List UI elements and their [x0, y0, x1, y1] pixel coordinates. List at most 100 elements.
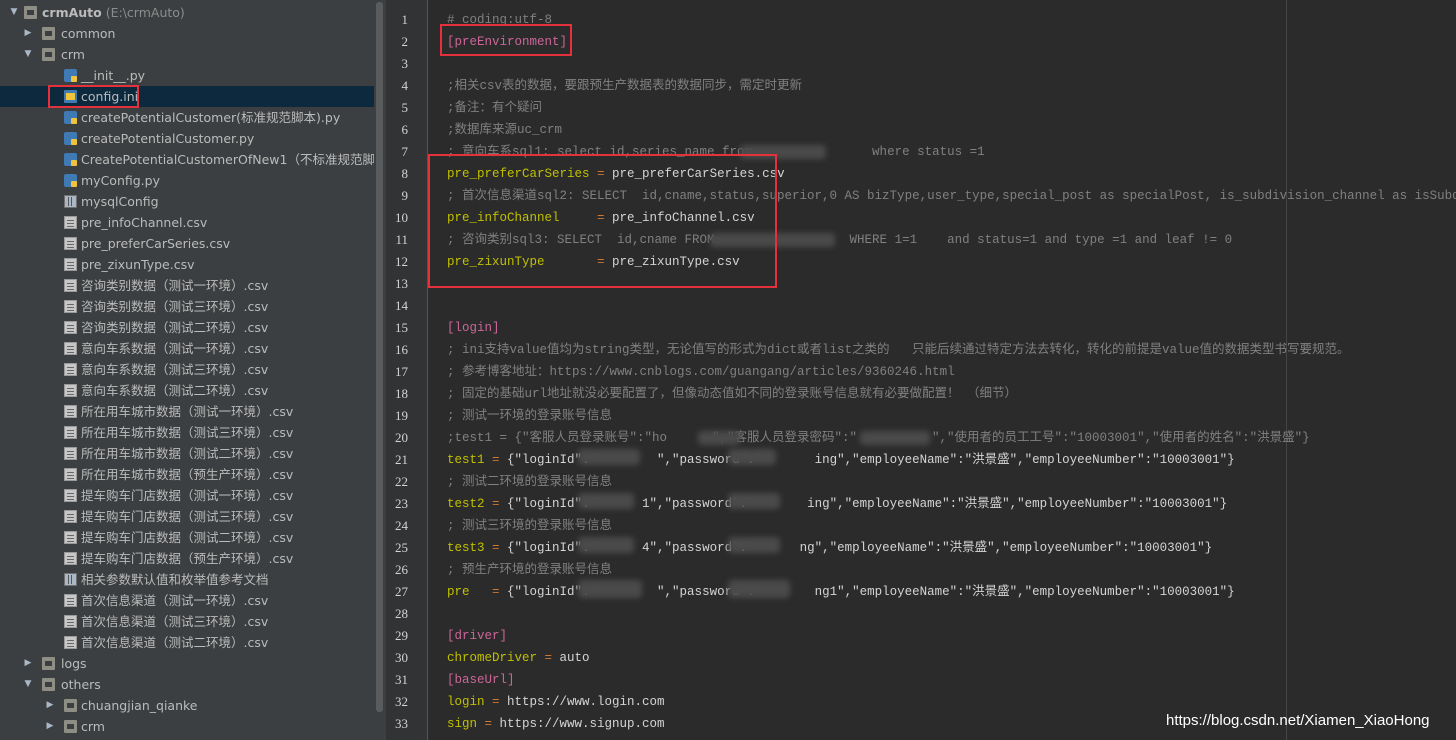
tree-file[interactable]: __init__.py [0, 65, 374, 86]
code-line[interactable]: test1 = {"loginId":" ","password":" ing"… [447, 449, 1235, 471]
tree-file[interactable]: mysqlConfig [0, 191, 374, 212]
code-token-comment: ; 参考博客地址：https://www.cnblogs.com/guangan… [447, 365, 955, 379]
tree-file[interactable]: 意向车系数据（测试二环境）.csv [0, 380, 374, 401]
tree-file[interactable]: pre_preferCarSeries.csv [0, 233, 374, 254]
code-line[interactable]: ; 测试三环境的登录账号信息 [447, 515, 612, 537]
code-line[interactable]: ; 测试二环境的登录账号信息 [447, 471, 612, 493]
code-token-section: [baseUrl] [447, 673, 515, 687]
tree-file[interactable]: pre_zixunType.csv [0, 254, 374, 275]
code-line[interactable]: [baseUrl] [447, 669, 515, 691]
code-line[interactable]: sign = https://www.signup.com [447, 713, 665, 735]
code-line[interactable]: ; 预生产环境的登录账号信息 [447, 559, 612, 581]
tree-file[interactable]: createPotentialCustomer.py [0, 128, 374, 149]
chevron-right-icon[interactable]: ▶ [22, 653, 34, 674]
line-number: 33 [395, 716, 408, 731]
code-line[interactable]: pre = {"loginId":" ","password":" ng1","… [447, 581, 1235, 603]
tree-file[interactable]: 首次信息渠道（测试三环境）.csv [0, 611, 374, 632]
code-token-comment: ; 预生产环境的登录账号信息 [447, 563, 613, 577]
tree-file[interactable]: 提车购车门店数据（测试二环境）.csv [0, 527, 374, 548]
tree-folder[interactable]: ▶ logs [0, 653, 374, 674]
chevron-right-icon[interactable]: ▶ [44, 695, 56, 716]
code-editor[interactable]: # coding:utf-8 [preEnvironment] ;相关csv表的数据… [428, 0, 1456, 740]
tree-item-label: 咨询类别数据（测试三环境）.csv [81, 299, 269, 314]
code-line[interactable]: ;备注：有个疑问 [447, 97, 542, 119]
code-token-op: = [469, 585, 508, 599]
tree-file[interactable]: createPotentialCustomer(标准规范脚本).py [0, 107, 374, 128]
code-line[interactable]: test2 = {"loginId":" 1","password":" ing… [447, 493, 1227, 515]
chevron-right-icon[interactable]: ▶ [22, 23, 34, 44]
line-number: 12 [395, 254, 408, 269]
code-token-key: sign [447, 717, 478, 731]
tree-item-label: common [61, 26, 116, 41]
code-line[interactable]: ;相关csv表的数据，要跟预生产数据表的数据同步，需定时更新 [447, 75, 802, 97]
tree-file[interactable]: 咨询类别数据（测试一环境）.csv [0, 275, 374, 296]
line-number: 31 [395, 672, 408, 687]
chevron-down-icon[interactable]: ▼ [8, 2, 20, 23]
tree-file[interactable]: 提车购车门店数据（测试一环境）.csv [0, 485, 374, 506]
tree-item-label: 所在用车城市数据（预生产环境）.csv [81, 467, 294, 482]
tree-file[interactable]: 咨询类别数据（测试二环境）.csv [0, 317, 374, 338]
code-token-comment: ;数据库来源uc_crm [447, 123, 563, 137]
tree-file[interactable]: myConfig.py [0, 170, 374, 191]
line-number: 9 [401, 188, 409, 203]
tree-item-label: pre_infoChannel.csv [81, 215, 208, 230]
tree-file[interactable]: 首次信息渠道（测试二环境）.csv [0, 632, 374, 653]
code-line[interactable]: ; 测试一环境的登录账号信息 [447, 405, 612, 427]
tree-file[interactable]: 咨询类别数据（测试三环境）.csv [0, 296, 374, 317]
tree-file[interactable]: 所在用车城市数据（测试三环境）.csv [0, 422, 374, 443]
tree-folder[interactable]: ▶ chuangjian_qianke [0, 695, 374, 716]
tree-file[interactable]: 提车购车门店数据（测试三环境）.csv [0, 506, 374, 527]
text-file-icon [64, 447, 77, 460]
code-token-op: = [484, 695, 508, 709]
line-number: 10 [395, 210, 408, 225]
code-line[interactable]: test3 = {"loginId":" 4","password":" ng"… [447, 537, 1212, 559]
tree-file[interactable]: 意向车系数据（测试一环境）.csv [0, 338, 374, 359]
tree-item-label: 咨询类别数据（测试二环境）.csv [81, 320, 269, 335]
chevron-right-icon[interactable]: ▶ [44, 716, 56, 737]
line-number-gutter: 1 2 3 4 5 6 7 8 9 10 11 12 13 14 15 16 17 18 19 20 21 22 23 24 2… [386, 0, 428, 740]
code-line[interactable]: ;数据库来源uc_crm [447, 119, 562, 141]
code-line[interactable]: ; 固定的基础url地址就没必要配置了，但像动态值如不同的登录账号信息就有必要做… [447, 383, 1017, 405]
tree-folder[interactable]: ▼ crm [0, 44, 374, 65]
tree-file[interactable]: pre_infoChannel.csv [0, 212, 374, 233]
tree-item-label: crm [61, 47, 85, 62]
code-line[interactable]: ; ini支持value值均为string类型，无论值写的形式为dict或者li… [447, 339, 1350, 361]
tree-file[interactable]: 首次信息渠道（测试一环境）.csv [0, 590, 374, 611]
code-token-section: [driver] [447, 629, 508, 643]
code-token-op: = [537, 651, 560, 665]
text-file-icon [64, 342, 77, 355]
tree-folder[interactable]: ▼ others [0, 674, 374, 695]
code-line[interactable]: login = https://www.login.com [447, 691, 665, 713]
line-number: 26 [395, 562, 408, 577]
code-line[interactable]: [driver] [447, 625, 507, 647]
code-token-comment: ; ini支持value值均为string类型，无论值写的形式为dict或者li… [447, 343, 1350, 357]
panel-splitter[interactable] [374, 0, 386, 740]
tree-folder[interactable]: ▶ common [0, 23, 374, 44]
tree-scrollbar[interactable] [376, 2, 383, 712]
tree-item-label: 提车购车门店数据（测试二环境）.csv [81, 530, 294, 545]
line-number: 23 [395, 496, 408, 511]
line-number: 7 [401, 144, 409, 159]
text-file-icon [64, 510, 77, 523]
tree-file[interactable]: 所在用车城市数据（预生产环境）.csv [0, 464, 374, 485]
chevron-down-icon[interactable]: ▼ [22, 674, 34, 695]
text-file-icon [64, 216, 77, 229]
tree-file[interactable]: 所在用车城市数据（测试一环境）.csv [0, 401, 374, 422]
tree-file[interactable]: 提车购车门店数据（预生产环境）.csv [0, 548, 374, 569]
code-line[interactable]: chromeDriver = auto [447, 647, 590, 669]
tree-folder[interactable]: ▶ crm [0, 716, 374, 737]
tree-file[interactable]: 所在用车城市数据（测试二环境）.csv [0, 443, 374, 464]
highlight-box-config-ini [48, 85, 139, 108]
code-line[interactable]: ; 参考博客地址：https://www.cnblogs.com/guangan… [447, 361, 955, 383]
tree-item-label: 所在用车城市数据（测试二环境）.csv [81, 446, 294, 461]
chevron-down-icon[interactable]: ▼ [22, 44, 34, 65]
line-number: 2 [401, 34, 409, 49]
code-line[interactable]: [login] [447, 317, 500, 339]
tree-file[interactable]: 相关参数默认值和枚举值参考文档 [0, 569, 374, 590]
python-file-icon [64, 132, 77, 145]
tree-file[interactable]: 意向车系数据（测试三环境）.csv [0, 359, 374, 380]
code-token-comment: ;相关csv表的数据，要跟预生产数据表的数据同步，需定时更新 [447, 79, 803, 93]
tree-root[interactable]: ▼ crmAuto (E:\crmAuto) [0, 2, 374, 23]
tree-file[interactable]: CreatePotentialCustomerOfNew1（不标准规范脚本, [0, 149, 374, 170]
tree-item-label: __init__.py [81, 68, 146, 83]
